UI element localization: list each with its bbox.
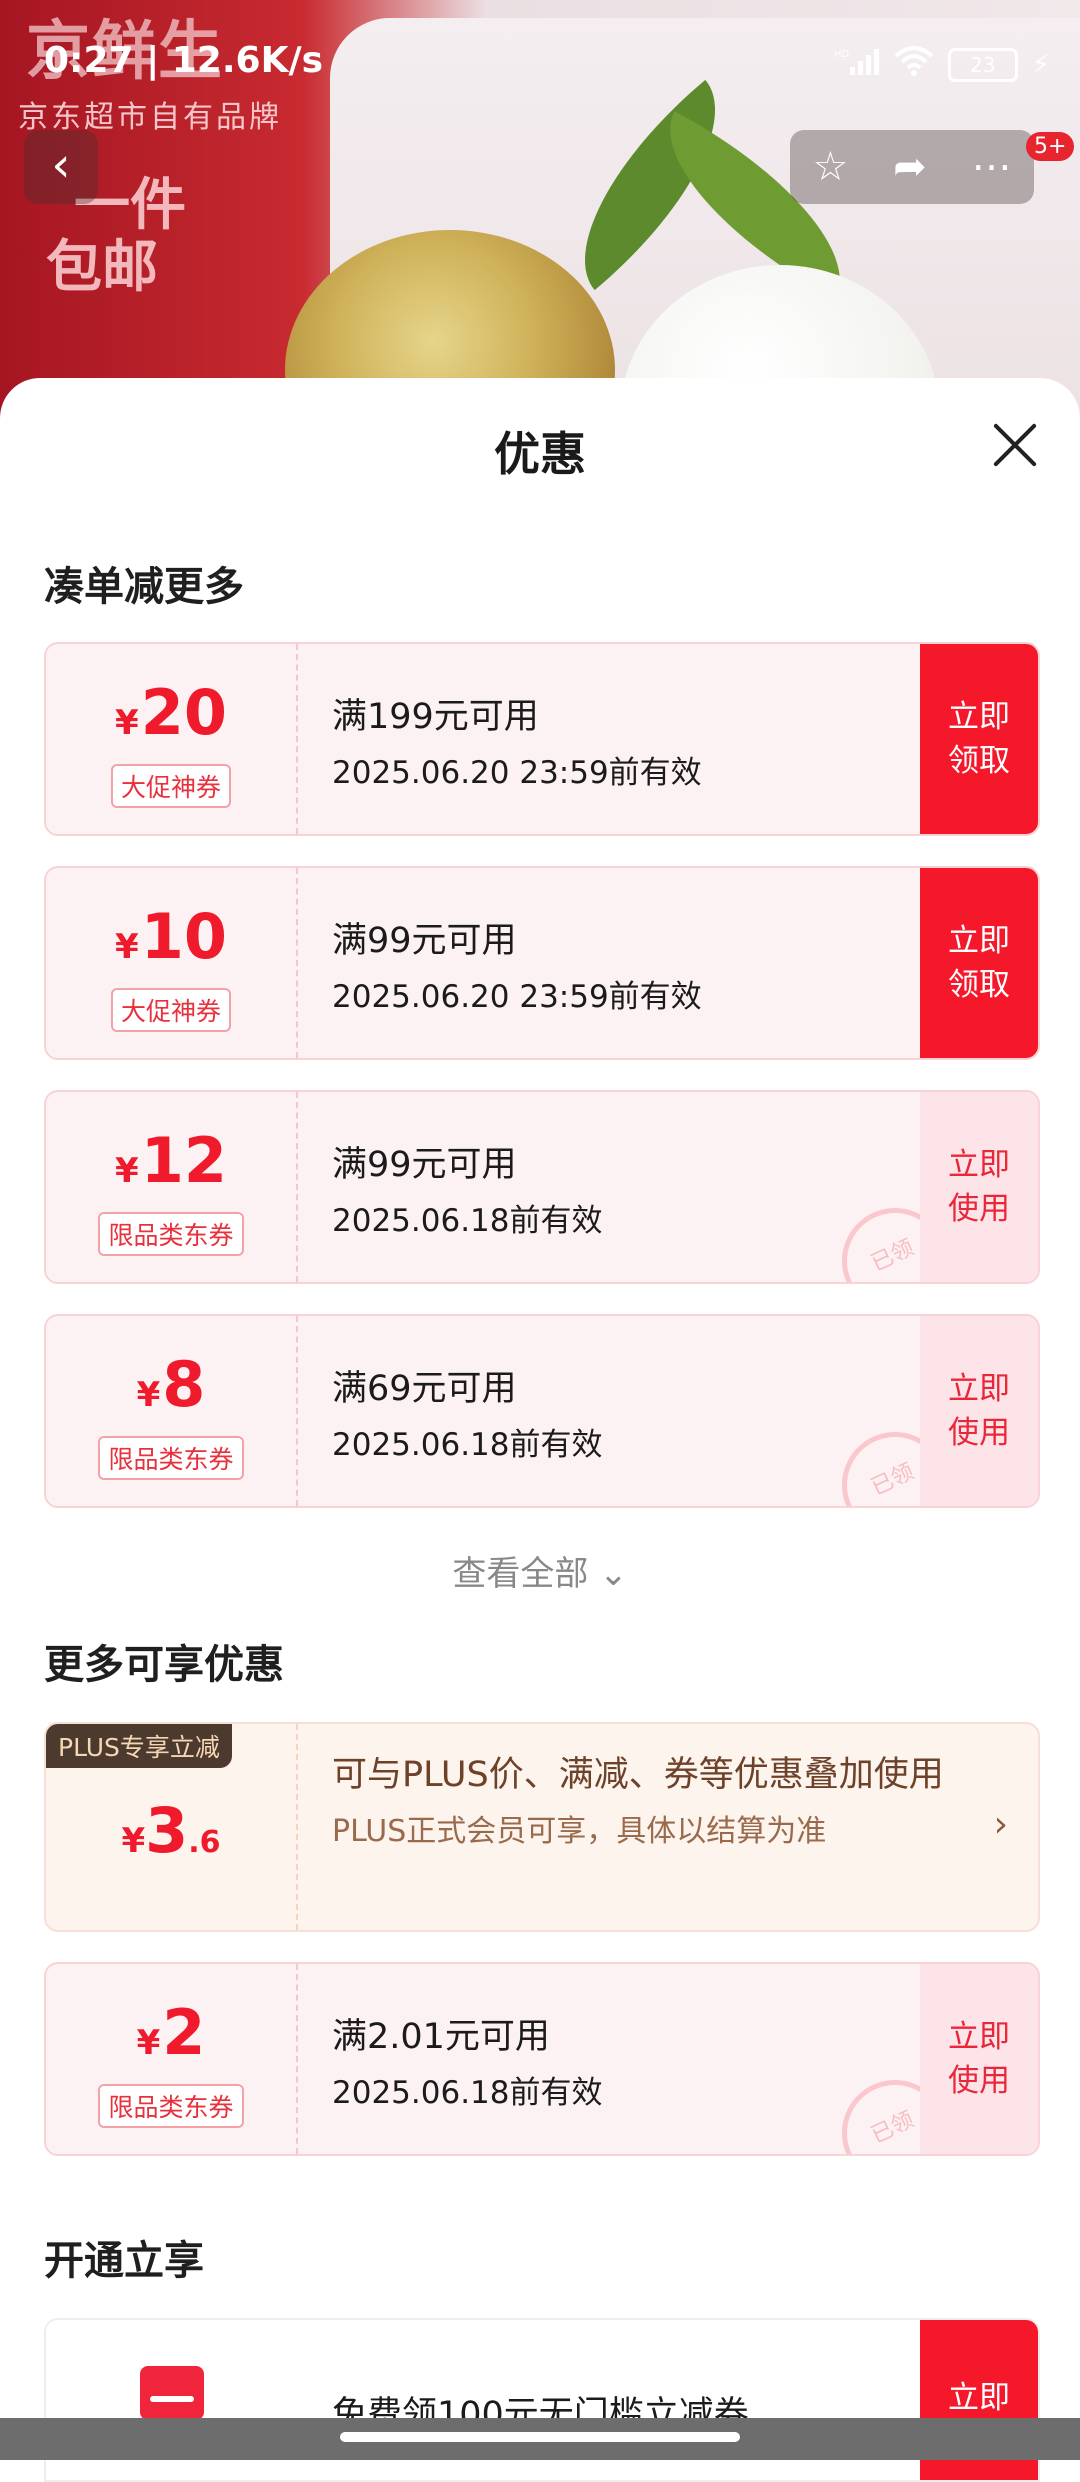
see-all-link[interactable]: 查看全部 ⌄ [0, 1546, 1080, 1595]
back-button[interactable]: ‹ [24, 130, 98, 204]
plus-note: PLUS正式会员可享，具体以结算为准 [332, 1814, 827, 1849]
status-bar: 0:27 | 12.6K/s HD 23 ⚡ [44, 40, 1050, 92]
system-navigation-bar [0, 2418, 1080, 2460]
svg-text:HD: HD [834, 49, 850, 60]
plus-description: 可与PLUS价、满减、券等优惠叠加使用 [332, 1755, 944, 1795]
coupon-validity: 2025.06.20 23:59前有效 [332, 755, 702, 791]
section-title-more-offers: 更多可享优惠 [44, 1642, 284, 1688]
coupon-condition: 满99元可用 [332, 921, 517, 961]
section-title-more-savings: 凑单减更多 [44, 564, 244, 610]
promo-text-line2: 包邮 [46, 235, 158, 300]
coupon-validity: 2025.06.20 23:59前有效 [332, 979, 702, 1015]
coupon-condition: 满2.01元可用 [332, 2017, 550, 2057]
claim-coupon-button[interactable]: 立即 领取 [920, 868, 1038, 1058]
discount-bottom-sheet: 优惠 凑单减更多 ¥20 大促神券 满199元可用 2025.06.20 23:… [0, 378, 1080, 2482]
coupon-amount: ¥2 [136, 1996, 206, 2069]
chevron-left-icon: ‹ [51, 137, 71, 193]
coupon-condition: 满199元可用 [332, 697, 539, 737]
claim-coupon-button[interactable]: 立即 领取 [920, 644, 1038, 834]
coupon-type-tag: 限品类东券 [98, 2084, 244, 2128]
sheet-title: 优惠 [494, 427, 586, 481]
coupon-condition: 满99元可用 [332, 1145, 517, 1185]
signal-icon: HD [834, 47, 880, 82]
plus-discount-card[interactable]: ¥3.6 PLUS专享立减 可与PLUS价、满减、券等优惠叠加使用 PLUS正式… [44, 1722, 1040, 1932]
top-action-bar: ☆ ➦ ⋯ [790, 130, 1034, 204]
more-icon[interactable]: ⋯ [972, 144, 1012, 190]
wifi-icon [894, 46, 934, 83]
coupon-amount: ¥12 [115, 1124, 227, 1197]
plus-exclusive-tag: PLUS专享立减 [46, 1724, 232, 1768]
home-gesture-handle[interactable] [340, 2432, 740, 2442]
coupon-card: ¥20 大促神券 满199元可用 2025.06.20 23:59前有效 立即 … [44, 642, 1040, 836]
plus-amount: ¥3.6 [121, 1794, 221, 1867]
charging-icon: ⚡ [1031, 49, 1050, 80]
share-icon[interactable]: ➦ [893, 144, 927, 190]
coupon-card: ¥12 限品类东券 满99元可用 2025.06.18前有效 已领 立即 使用 [44, 1090, 1040, 1284]
coupon-amount: ¥8 [136, 1348, 206, 1421]
coupon-card: ¥8 限品类东券 满69元可用 2025.06.18前有效 已领 立即 使用 [44, 1314, 1040, 1508]
credit-card-icon [140, 2366, 204, 2420]
coupon-type-tag: 大促神券 [110, 764, 231, 808]
status-time: 0:27 | 12.6K/s [44, 40, 324, 81]
coupon-amount: ¥10 [115, 900, 227, 973]
coupon-validity: 2025.06.18前有效 [332, 1427, 603, 1463]
battery-icon: 23 [947, 47, 1018, 82]
favorite-star-icon[interactable]: ☆ [812, 144, 848, 190]
coupon-card: ¥2 限品类东券 满2.01元可用 2025.06.18前有效 已领 立即 使用 [44, 1962, 1040, 2156]
coupon-amount: ¥20 [115, 676, 227, 749]
use-coupon-button[interactable]: 立即 使用 [920, 1964, 1038, 2154]
message-count-badge: 5+ [1026, 132, 1075, 161]
coupon-condition: 满69元可用 [332, 1369, 517, 1409]
coupon-type-tag: 限品类东券 [98, 1212, 244, 1256]
coupon-card: ¥10 大促神券 满99元可用 2025.06.20 23:59前有效 立即 领… [44, 866, 1040, 1060]
use-coupon-button[interactable]: 立即 使用 [920, 1092, 1038, 1282]
coupon-validity: 2025.06.18前有效 [332, 1203, 603, 1239]
coupon-type-tag: 大促神券 [110, 988, 231, 1032]
chevron-right-icon: › [993, 1804, 1008, 1845]
coupon-validity: 2025.06.18前有效 [332, 2075, 603, 2111]
use-coupon-button[interactable]: 立即 使用 [920, 1316, 1038, 1506]
coupon-type-tag: 限品类东券 [98, 1436, 244, 1480]
close-icon[interactable] [992, 422, 1038, 468]
section-title-open-benefits: 开通立享 [44, 2238, 204, 2284]
